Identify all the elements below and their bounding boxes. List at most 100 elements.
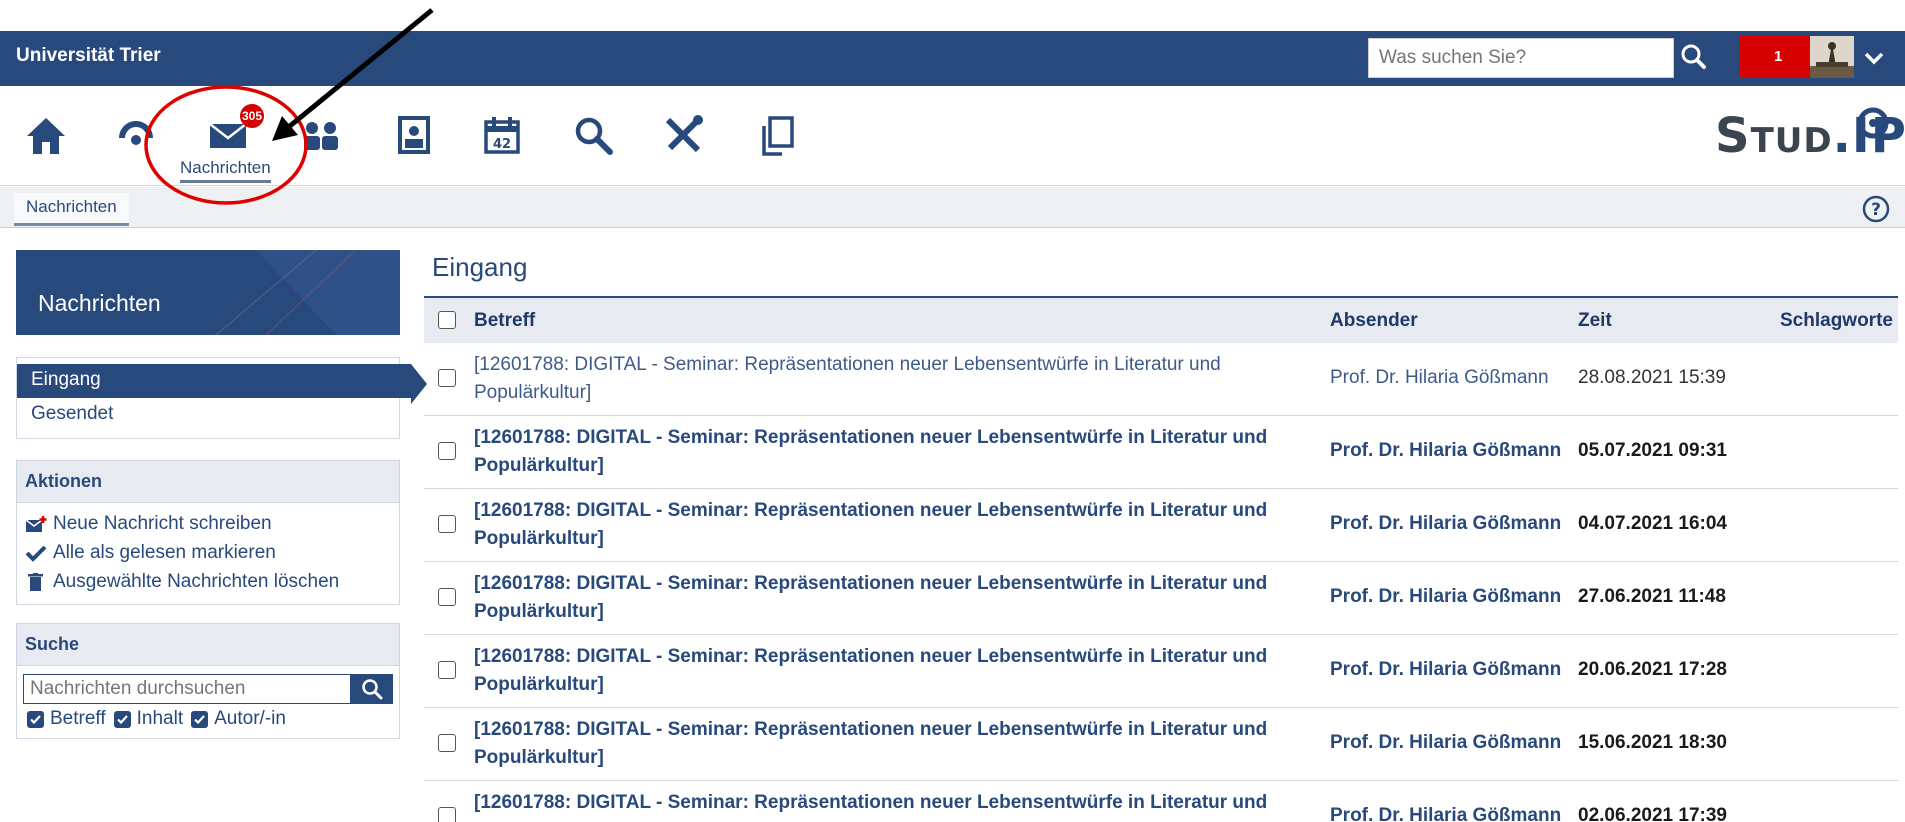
subject-line-1: [12601788: DIGITAL - Seminar: Repräsenta… <box>474 354 1221 375</box>
subject-line-2: Populärkultur] <box>474 601 604 622</box>
column-sender[interactable]: Absender <box>1330 310 1418 332</box>
message-subject[interactable]: [12601788: DIGITAL - Seminar: Repräsenta… <box>474 497 1274 553</box>
message-subject[interactable]: [12601788: DIGITAL - Seminar: Repräsenta… <box>474 643 1274 699</box>
message-subject[interactable]: [12601788: DIGITAL - Seminar: Repräsenta… <box>474 351 1274 407</box>
avatar[interactable] <box>1810 36 1854 78</box>
column-tags: Schlagworte <box>1780 310 1893 331</box>
subject-line-1: [12601788: DIGITAL - Seminar: Repräsenta… <box>474 792 1268 813</box>
nav-item-nachrichten-label[interactable]: Nachrichten <box>180 158 271 183</box>
column-subject[interactable]: Betreff <box>474 310 535 332</box>
files-icon[interactable] <box>756 112 804 160</box>
actions-panel: Aktionen Neue Nachricht schreiben Alle a… <box>16 460 400 605</box>
row-checkbox[interactable] <box>438 369 456 387</box>
row-checkbox[interactable] <box>438 588 456 606</box>
svg-text:?: ? <box>1871 200 1881 220</box>
calendar-icon[interactable]: 42 <box>480 112 528 160</box>
subject-line-2: Populärkultur] <box>474 528 604 549</box>
filter-autor[interactable]: Autor/-in <box>191 708 286 730</box>
checkbox-checked-icon[interactable] <box>113 710 131 728</box>
message-time: 04.07.2021 16:04 <box>1578 513 1727 534</box>
tools-icon[interactable] <box>660 112 708 160</box>
compose-mail-icon <box>25 515 47 532</box>
new-message-action[interactable]: Neue Nachricht schreiben <box>17 509 399 538</box>
unread-messages-badge: 305 <box>240 104 264 128</box>
checkbox-checked-icon[interactable] <box>191 710 209 728</box>
table-row[interactable]: [12601788: DIGITAL - Seminar: Repräsenta… <box>424 416 1898 489</box>
checkmark-icon <box>25 545 47 562</box>
message-sender[interactable]: Prof. Dr. Hilaria Gößmann <box>1330 805 1561 822</box>
notification-badge[interactable]: 1 <box>1740 36 1810 78</box>
community-icon[interactable] <box>298 112 346 160</box>
subject-line-1: [12601788: DIGITAL - Seminar: Repräsenta… <box>474 646 1268 667</box>
search-icon[interactable] <box>1678 39 1710 75</box>
table-row[interactable]: [12601788: DIGITAL - Seminar: Repräsenta… <box>424 343 1898 416</box>
message-sender[interactable]: Prof. Dr. Hilaria Gößmann <box>1330 659 1561 681</box>
message-time: 28.08.2021 15:39 <box>1578 367 1726 388</box>
subject-line-1: [12601788: DIGITAL - Seminar: Repräsenta… <box>474 573 1268 594</box>
message-search-button[interactable] <box>351 674 393 704</box>
row-checkbox[interactable] <box>438 515 456 533</box>
message-sender[interactable]: Prof. Dr. Hilaria Gößmann <box>1330 440 1561 462</box>
message-subject[interactable]: [12601788: DIGITAL - Seminar: Repräsenta… <box>474 789 1274 817</box>
filter-label: Autor/-in <box>214 708 286 729</box>
filter-label: Betreff <box>50 708 106 729</box>
message-subject[interactable]: [12601788: DIGITAL - Seminar: Repräsenta… <box>474 716 1274 772</box>
message-sender[interactable]: Prof. Dr. Hilaria Gößmann <box>1330 513 1561 535</box>
column-time[interactable]: Zeit <box>1578 310 1612 332</box>
message-subject[interactable]: [12601788: DIGITAL - Seminar: Repräsenta… <box>474 570 1274 626</box>
university-name[interactable]: Universität Trier <box>16 45 161 67</box>
filter-betreff[interactable]: Betreff <box>27 708 106 730</box>
filter-inhalt[interactable]: Inhalt <box>113 708 184 730</box>
studip-logo-icon <box>1857 107 1889 139</box>
message-search-input[interactable] <box>23 674 351 704</box>
search-icon[interactable] <box>570 112 618 160</box>
trash-icon <box>28 572 43 591</box>
message-time: 05.07.2021 09:31 <box>1578 440 1727 461</box>
home-icon[interactable] <box>22 112 70 160</box>
message-time: 02.06.2021 17:39 <box>1578 805 1727 822</box>
mark-all-read-label: Alle als gelesen markieren <box>53 541 276 563</box>
delete-selected-action[interactable]: Ausgewählte Nachrichten löschen <box>17 567 399 596</box>
table-row[interactable]: [12601788: DIGITAL - Seminar: Repräsenta… <box>424 635 1898 708</box>
subject-line-1: [12601788: DIGITAL - Seminar: Repräsenta… <box>474 427 1268 448</box>
checkbox-checked-icon[interactable] <box>27 710 44 728</box>
table-row[interactable]: [12601788: DIGITAL - Seminar: Repräsenta… <box>424 562 1898 635</box>
chevron-down-icon[interactable] <box>1862 46 1886 70</box>
folder-list: Eingang Gesendet <box>16 357 427 439</box>
delete-selected-label: Ausgewählte Nachrichten löschen <box>53 570 340 592</box>
subject-line-2: Populärkultur] <box>474 747 604 768</box>
new-message-label: Neue Nachricht schreiben <box>53 512 272 534</box>
message-subject[interactable]: [12601788: DIGITAL - Seminar: Repräsenta… <box>474 424 1274 480</box>
row-checkbox[interactable] <box>438 807 456 822</box>
help-icon[interactable]: ? <box>1862 195 1890 223</box>
message-time: 27.06.2021 11:48 <box>1578 586 1726 607</box>
table-row[interactable]: [12601788: DIGITAL - Seminar: Repräsenta… <box>424 781 1898 822</box>
row-checkbox[interactable] <box>438 442 456 460</box>
row-checkbox[interactable] <box>438 734 456 752</box>
select-all-checkbox[interactable] <box>438 311 456 329</box>
global-search-input[interactable] <box>1368 38 1674 78</box>
search-icon <box>362 679 383 700</box>
sidebar-item-gesendet[interactable]: Gesendet <box>17 398 399 432</box>
table-header: Betreff Absender Zeit Schlagworte <box>424 296 1898 343</box>
subject-line-2: Populärkultur] <box>474 382 592 403</box>
subject-line-1: [12601788: DIGITAL - Seminar: Repräsenta… <box>474 500 1268 521</box>
table-row[interactable]: [12601788: DIGITAL - Seminar: Repräsenta… <box>424 708 1898 781</box>
message-time: 15.06.2021 18:30 <box>1578 732 1727 753</box>
search-title: Suche <box>17 624 399 666</box>
sidebar-item-eingang[interactable]: Eingang <box>17 364 427 404</box>
filter-label: Inhalt <box>136 708 184 729</box>
table-row[interactable]: [12601788: DIGITAL - Seminar: Repräsenta… <box>424 489 1898 562</box>
message-sender[interactable]: Prof. Dr. Hilaria Gößmann <box>1330 586 1561 608</box>
message-sender[interactable]: Prof. Dr. Hilaria Gößmann <box>1330 732 1561 754</box>
logo-text: Stud <box>1715 108 1833 164</box>
message-sender[interactable]: Prof. Dr. Hilaria Gößmann <box>1330 367 1549 389</box>
row-checkbox[interactable] <box>438 661 456 679</box>
tab-nachrichten[interactable]: Nachrichten <box>14 193 129 226</box>
mark-all-read-action[interactable]: Alle als gelesen markieren <box>17 538 399 567</box>
sidebar-title: Nachrichten <box>38 290 161 316</box>
courses-icon[interactable] <box>112 112 160 160</box>
profile-icon[interactable] <box>392 112 440 160</box>
subject-line-2: Populärkultur] <box>474 455 604 476</box>
actions-title: Aktionen <box>17 461 399 503</box>
